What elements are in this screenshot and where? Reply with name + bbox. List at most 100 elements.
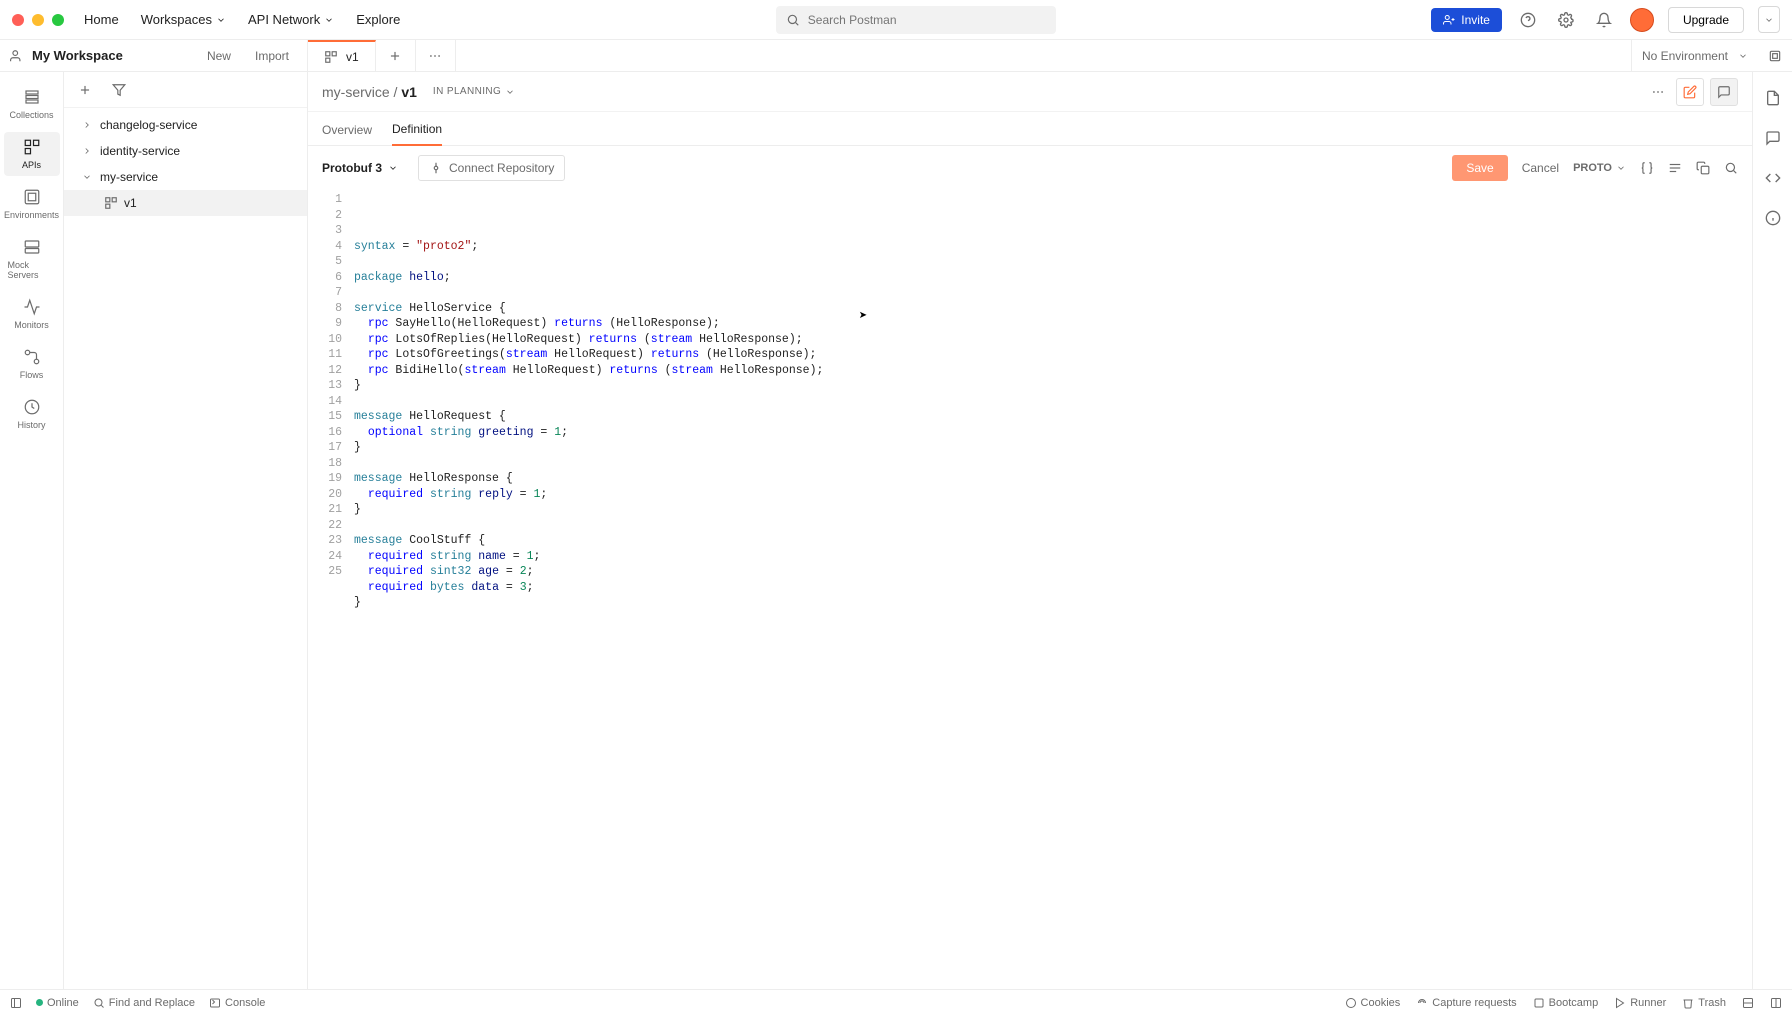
status-online[interactable]: Online: [36, 997, 79, 1009]
workspace-bar: My Workspace New Import: [0, 40, 308, 71]
braces-icon: [1640, 161, 1654, 175]
status-layout-2[interactable]: [1770, 997, 1782, 1009]
import-button[interactable]: Import: [247, 46, 297, 66]
status-console[interactable]: Console: [209, 997, 265, 1009]
sidebar-add-button[interactable]: [72, 77, 98, 103]
rail-mock-servers[interactable]: Mock Servers: [4, 232, 60, 286]
connect-repository-button[interactable]: Connect Repository: [418, 155, 565, 181]
right-rail-docs[interactable]: [1761, 86, 1785, 110]
monitors-icon: [23, 298, 41, 316]
copy-button[interactable]: [1696, 161, 1710, 175]
comment-icon: [1717, 85, 1731, 99]
content-header: my-service / v1 IN PLANNING: [308, 72, 1752, 112]
status-bar-right: Cookies Capture requests Bootcamp Runner…: [1345, 997, 1782, 1009]
wrap-icon: [1668, 161, 1682, 175]
tab-v1[interactable]: v1: [308, 40, 376, 71]
right-rail-code[interactable]: [1761, 166, 1785, 190]
status-trash[interactable]: Trash: [1682, 997, 1726, 1009]
status-dropdown[interactable]: IN PLANNING: [427, 84, 521, 99]
more-options-button[interactable]: [1646, 80, 1670, 104]
workspace-name[interactable]: My Workspace: [32, 48, 191, 63]
edit-button[interactable]: [1676, 78, 1704, 106]
chevron-down-icon: [1616, 163, 1626, 173]
settings-button[interactable]: [1554, 8, 1578, 32]
status-layout-1[interactable]: [1742, 997, 1754, 1009]
filter-icon: [112, 83, 126, 97]
wrap-button[interactable]: [1668, 161, 1682, 175]
tree-item-my-service[interactable]: my-service: [64, 164, 307, 190]
beautify-button[interactable]: [1640, 161, 1654, 175]
eye-icon[interactable]: [1768, 49, 1782, 63]
avatar[interactable]: [1630, 8, 1654, 32]
online-dot-icon: [36, 999, 43, 1006]
sidebar-filter-button[interactable]: [106, 77, 132, 103]
chevron-down-icon: [388, 163, 398, 173]
status-bootcamp[interactable]: Bootcamp: [1533, 997, 1599, 1009]
status-capture[interactable]: Capture requests: [1416, 997, 1516, 1009]
minimize-window[interactable]: [32, 14, 44, 26]
code-icon: [1765, 170, 1781, 186]
right-rail-info[interactable]: [1761, 206, 1785, 230]
rail-apis[interactable]: APIs: [4, 132, 60, 176]
chevron-down-icon: [216, 15, 226, 25]
main: Collections APIs Environments Mock Serve…: [0, 72, 1792, 989]
api-version-icon: [104, 196, 118, 210]
right-rail-comments[interactable]: [1761, 126, 1785, 150]
schema-select[interactable]: Protobuf 3: [322, 161, 398, 175]
content-header-actions: [1646, 78, 1738, 106]
user-plus-icon: [1443, 14, 1455, 26]
rail-collections[interactable]: Collections: [4, 82, 60, 126]
subtab-overview[interactable]: Overview: [322, 123, 372, 145]
nav-api-network[interactable]: API Network: [248, 12, 334, 27]
chevron-down-icon: [1764, 15, 1774, 25]
breadcrumb: my-service / v1: [322, 84, 417, 100]
rail-history[interactable]: History: [4, 392, 60, 436]
new-button[interactable]: New: [199, 46, 239, 66]
workspace-row: My Workspace New Import v1 No Environmen…: [0, 40, 1792, 72]
save-button[interactable]: Save: [1452, 155, 1507, 181]
status-find-replace[interactable]: Find and Replace: [93, 997, 195, 1009]
more-icon: [1651, 85, 1665, 99]
nav-workspaces[interactable]: Workspaces: [141, 12, 226, 27]
tree-item-v1[interactable]: v1: [64, 190, 307, 216]
status-sidebar-toggle[interactable]: [10, 997, 22, 1009]
topbar-right: Invite Upgrade: [1431, 6, 1780, 33]
comment-mode-button[interactable]: [1710, 78, 1738, 106]
rail-monitors[interactable]: Monitors: [4, 292, 60, 336]
rail-flows[interactable]: Flows: [4, 342, 60, 386]
close-window[interactable]: [12, 14, 24, 26]
cancel-button[interactable]: Cancel: [1522, 161, 1559, 175]
rail-environments[interactable]: Environments: [4, 182, 60, 226]
maximize-window[interactable]: [52, 14, 64, 26]
environments-icon: [23, 188, 41, 206]
notifications-button[interactable]: [1592, 8, 1616, 32]
nav-explore[interactable]: Explore: [356, 12, 400, 27]
help-icon: [1520, 12, 1536, 28]
tree-item-identity-service[interactable]: identity-service: [64, 138, 307, 164]
chevron-down-icon: [324, 15, 334, 25]
search-input[interactable]: [776, 6, 1056, 34]
search-in-editor-button[interactable]: [1724, 161, 1738, 175]
bell-icon: [1596, 12, 1612, 28]
tab-more-button[interactable]: [416, 40, 456, 71]
upgrade-dropdown[interactable]: [1758, 6, 1780, 33]
top-nav: Home Workspaces API Network Explore: [84, 12, 400, 27]
status-runner[interactable]: Runner: [1614, 997, 1666, 1009]
file-icon: [1765, 90, 1781, 106]
language-select[interactable]: PROTO: [1573, 162, 1626, 174]
subtab-definition[interactable]: Definition: [392, 122, 442, 146]
help-button[interactable]: [1516, 8, 1540, 32]
tabs-row: v1 No Environment: [308, 40, 1792, 71]
tree-item-changelog-service[interactable]: changelog-service: [64, 112, 307, 138]
editor-toolbar-right: Save Cancel PROTO: [1452, 155, 1738, 181]
invite-button[interactable]: Invite: [1431, 8, 1502, 32]
chevron-right-icon: [82, 120, 94, 130]
tab-add-button[interactable]: [376, 40, 416, 71]
nav-home[interactable]: Home: [84, 12, 119, 27]
status-cookies[interactable]: Cookies: [1345, 997, 1401, 1009]
upgrade-button[interactable]: Upgrade: [1668, 7, 1744, 33]
code-lines[interactable]: ➤ syntax = "proto2"; package hello; serv…: [354, 192, 1752, 989]
environment-selector[interactable]: No Environment: [1631, 40, 1792, 71]
code-editor[interactable]: 1234567891011121314151617181920212223242…: [308, 190, 1752, 989]
flows-icon: [23, 348, 41, 366]
